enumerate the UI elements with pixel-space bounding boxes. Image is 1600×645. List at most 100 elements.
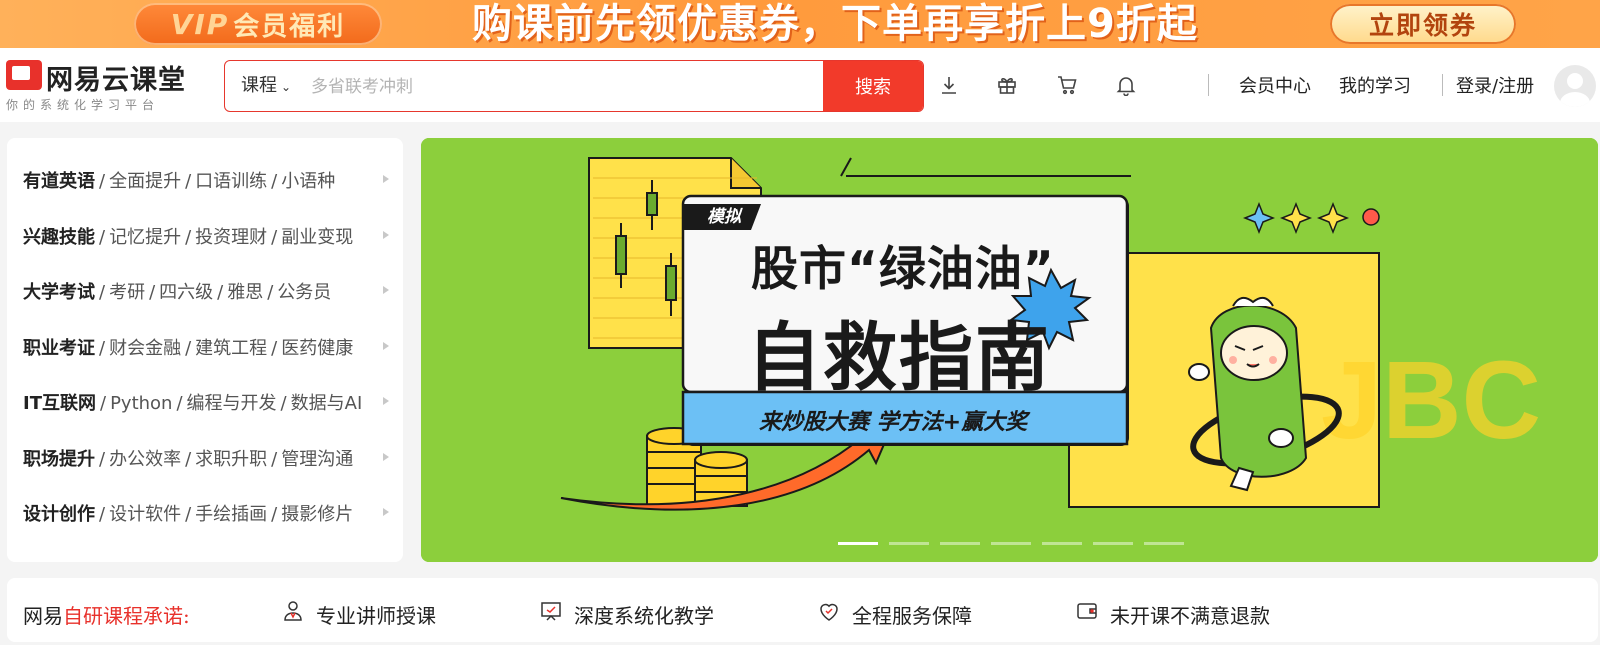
category-sub-link[interactable]: 管理沟通 bbox=[281, 449, 353, 470]
gift-icon[interactable] bbox=[996, 74, 1018, 96]
heart-shield-icon bbox=[820, 603, 838, 621]
logo-name: 网易云课堂 bbox=[46, 65, 186, 96]
hero-headline-2: 自救指南 bbox=[747, 315, 1051, 401]
category-sub-link[interactable]: 全面提升 bbox=[109, 171, 181, 192]
vip-benefits-badge[interactable]: VIP 会员福利 bbox=[134, 3, 382, 45]
category-separator: / bbox=[99, 449, 106, 470]
download-icon[interactable] bbox=[938, 74, 960, 96]
category-separator: / bbox=[185, 171, 192, 192]
chevron-right-icon bbox=[383, 286, 389, 294]
category-sub-link[interactable]: 公务员 bbox=[277, 282, 331, 303]
category-separator: / bbox=[185, 227, 192, 248]
promo-text: 购课前先领优惠券，下单再享折上9折起 bbox=[472, 1, 1198, 47]
category-separator: / bbox=[99, 171, 106, 192]
category-title[interactable]: 兴趣技能 bbox=[23, 227, 95, 248]
category-sub-link[interactable]: 手绘插画 bbox=[195, 504, 267, 525]
category-sub-link[interactable]: 设计软件 bbox=[109, 504, 181, 525]
category-sub-link[interactable]: 小语种 bbox=[281, 171, 335, 192]
chevron-right-icon bbox=[383, 397, 389, 405]
promise-prefix: 网易 bbox=[23, 604, 63, 628]
category-separator: / bbox=[185, 449, 192, 470]
category-row[interactable]: 职业考证 / 财会金融 / 建筑工程 / 医药健康 bbox=[23, 334, 393, 360]
category-separator: / bbox=[185, 338, 192, 359]
category-separator: / bbox=[185, 504, 192, 525]
promise-item: 全程服务保障 bbox=[852, 604, 972, 628]
chevron-right-icon bbox=[383, 342, 389, 350]
category-separator: / bbox=[99, 282, 106, 303]
category-separator: / bbox=[271, 504, 278, 525]
category-row[interactable]: 职场提升 / 办公效率 / 求职升职 / 管理沟通 bbox=[23, 445, 393, 471]
promo-banner[interactable]: VIP 会员福利 购课前先领优惠券，下单再享折上9折起 立即领券 bbox=[0, 0, 1600, 48]
category-title[interactable]: 有道英语 bbox=[23, 171, 95, 192]
category-title[interactable]: IT互联网 bbox=[23, 393, 96, 414]
category-sub-link[interactable]: 办公效率 bbox=[109, 449, 181, 470]
category-separator: / bbox=[217, 282, 224, 303]
category-sub-link[interactable]: 口语训练 bbox=[195, 171, 267, 192]
category-title[interactable]: 职场提升 bbox=[23, 449, 95, 470]
chevron-right-icon bbox=[383, 231, 389, 239]
chevron-right-icon bbox=[383, 453, 389, 461]
category-row[interactable]: IT互联网 / Python / 编程与开发 / 数据与AI bbox=[23, 389, 393, 415]
category-row[interactable]: 兴趣技能 / 记忆提升 / 投资理财 / 副业变现 bbox=[23, 223, 393, 249]
carousel-dot[interactable] bbox=[889, 542, 929, 545]
category-sub-link[interactable]: 四六级 bbox=[159, 282, 213, 303]
promise-title-red: 自研课程承诺: bbox=[63, 604, 190, 628]
cart-icon[interactable] bbox=[1056, 74, 1078, 96]
board-icon bbox=[541, 602, 561, 621]
site-logo[interactable]: 网易云课堂 你的系统化学习平台 bbox=[6, 58, 196, 114]
site-header: 网易云课堂 你的系统化学习平台 课程 ⌄ 搜索 会员中心 我的学习 登录/注册 bbox=[0, 48, 1600, 122]
category-separator: / bbox=[267, 282, 274, 303]
category-sub-link[interactable]: 财会金融 bbox=[109, 338, 181, 359]
hero-carousel[interactable]: JBC 模拟 股市“绿油油” 自救指南 来炒股大赛 学方法+赢大奖 bbox=[421, 138, 1598, 562]
category-separator: / bbox=[271, 338, 278, 359]
category-sub-link[interactable]: 副业变现 bbox=[281, 227, 353, 248]
category-separator: / bbox=[99, 393, 107, 414]
header-divider bbox=[1442, 74, 1443, 96]
category-title[interactable]: 职业考证 bbox=[23, 338, 95, 359]
category-sub-link[interactable]: 数据与AI bbox=[291, 393, 363, 414]
member-center-link[interactable]: 会员中心 bbox=[1239, 72, 1311, 98]
wallet-icon bbox=[1077, 603, 1097, 619]
avatar[interactable] bbox=[1554, 65, 1596, 107]
carousel-indicators bbox=[838, 542, 1184, 545]
category-title[interactable]: 大学考试 bbox=[23, 282, 95, 303]
category-separator: / bbox=[280, 393, 287, 414]
carousel-dot[interactable] bbox=[991, 542, 1031, 545]
category-title[interactable]: 设计创作 bbox=[23, 504, 95, 525]
my-learning-link[interactable]: 我的学习 bbox=[1339, 72, 1411, 98]
search-button[interactable]: 搜索 bbox=[823, 61, 923, 111]
category-sub-link[interactable]: 投资理财 bbox=[195, 227, 267, 248]
category-row[interactable]: 有道英语 / 全面提升 / 口语训练 / 小语种 bbox=[23, 167, 393, 193]
logo-slogan: 你的系统化学习平台 bbox=[6, 98, 160, 112]
promise-item: 深度系统化教学 bbox=[574, 604, 714, 628]
promise-title: 网易自研课程承诺: bbox=[23, 600, 190, 629]
login-register-link[interactable]: 登录/注册 bbox=[1456, 72, 1534, 98]
chevron-down-icon: ⌄ bbox=[281, 80, 292, 94]
search-category-select[interactable]: 课程 ⌄ bbox=[241, 61, 291, 111]
category-sub-link[interactable]: 医药健康 bbox=[281, 338, 353, 359]
category-sub-link[interactable]: 摄影修片 bbox=[281, 504, 353, 525]
category-sub-link[interactable]: Python bbox=[110, 393, 172, 414]
carousel-dot[interactable] bbox=[1042, 542, 1082, 545]
carousel-dot[interactable] bbox=[1093, 542, 1133, 545]
category-sub-link[interactable]: 记忆提升 bbox=[109, 227, 181, 248]
category-sub-link[interactable]: 雅思 bbox=[227, 282, 263, 303]
category-sub-link[interactable]: 考研 bbox=[109, 282, 145, 303]
category-sub-link[interactable]: 建筑工程 bbox=[195, 338, 267, 359]
category-sub-link[interactable]: 求职升职 bbox=[195, 449, 267, 470]
category-separator: / bbox=[99, 227, 106, 248]
category-separator: / bbox=[176, 393, 183, 414]
carousel-dot[interactable] bbox=[838, 542, 878, 545]
teacher-icon bbox=[284, 601, 302, 621]
carousel-dot[interactable] bbox=[940, 542, 980, 545]
bell-icon[interactable] bbox=[1115, 74, 1137, 97]
claim-coupon-button[interactable]: 立即领券 bbox=[1330, 4, 1516, 44]
carousel-dot[interactable] bbox=[1144, 542, 1184, 545]
promise-item: 未开课不满意退款 bbox=[1110, 604, 1270, 628]
search-input[interactable] bbox=[309, 69, 833, 105]
chevron-right-icon bbox=[383, 508, 389, 516]
category-row[interactable]: 大学考试 / 考研 / 四六级 / 雅思 / 公务员 bbox=[23, 278, 393, 304]
chevron-right-icon bbox=[383, 175, 389, 183]
category-row[interactable]: 设计创作 / 设计软件 / 手绘插画 / 摄影修片 bbox=[23, 500, 393, 526]
category-sub-link[interactable]: 编程与开发 bbox=[187, 393, 277, 414]
